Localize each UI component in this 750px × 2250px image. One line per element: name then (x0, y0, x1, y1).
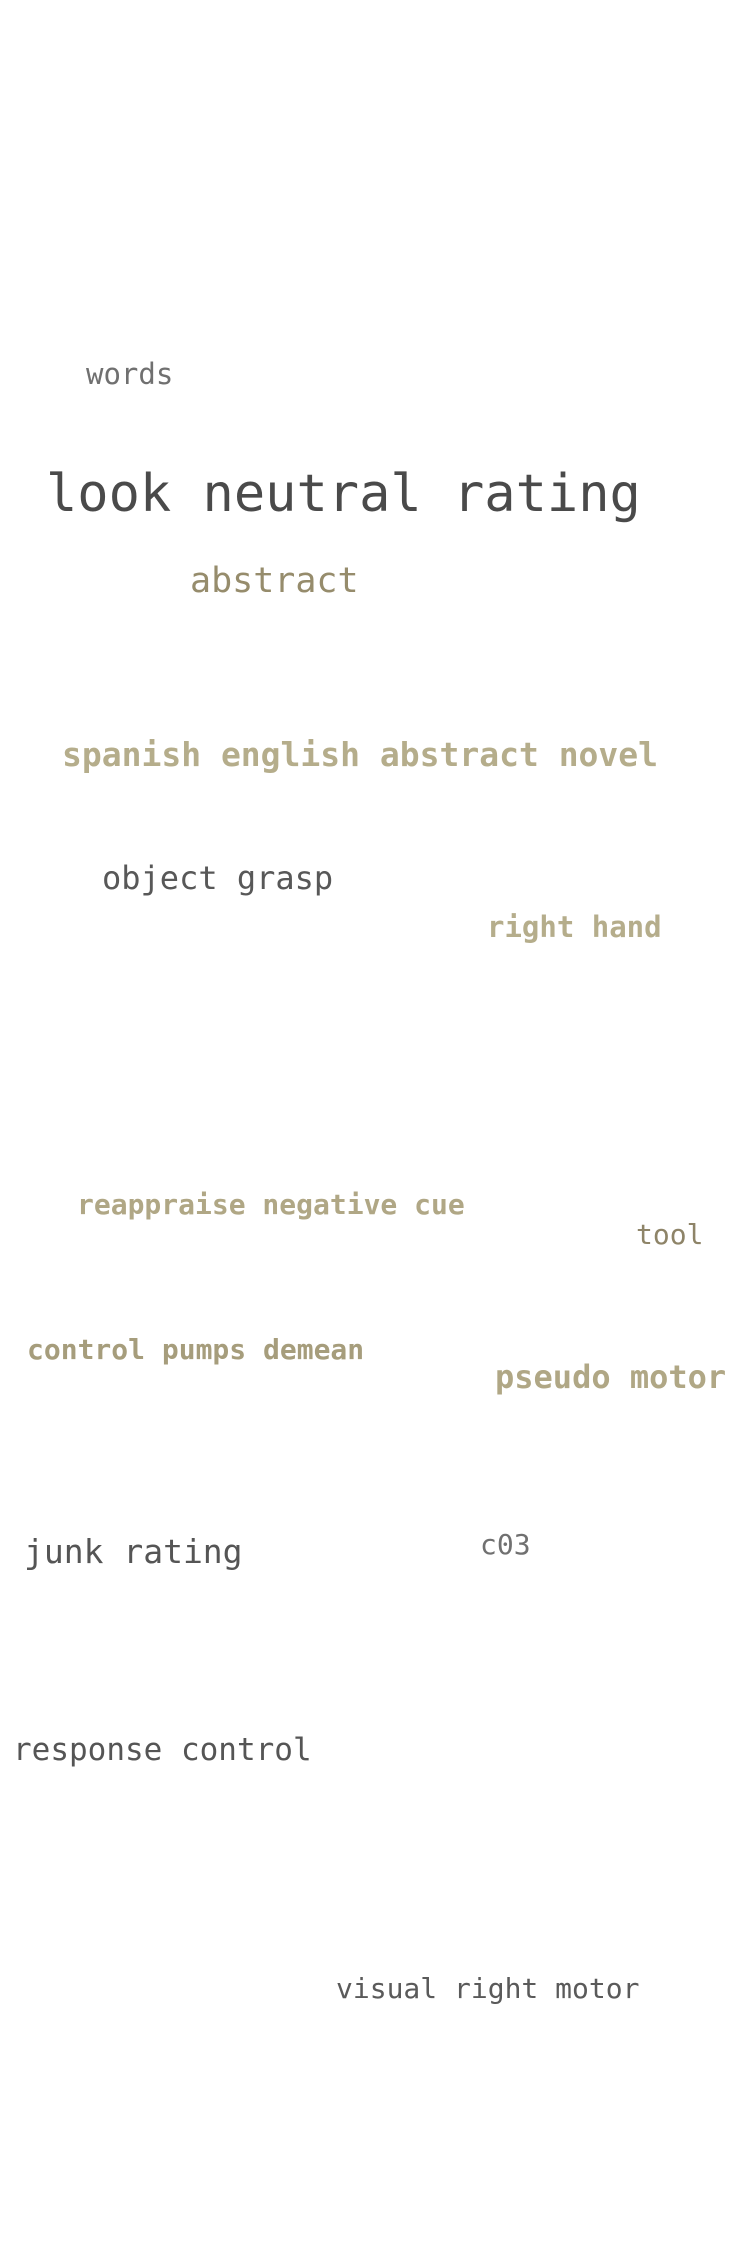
word-object-grasp: object grasp (102, 859, 334, 897)
word-junk-rating: junk rating (24, 1532, 243, 1571)
word-abstract: abstract (190, 561, 359, 601)
word-c03: c03 (480, 1528, 531, 1561)
word-words: words (86, 357, 174, 391)
word-right-hand: right hand (487, 910, 662, 944)
word-look-neutral-rating: look neutral rating (46, 464, 641, 524)
word-tool: tool (636, 1218, 704, 1251)
word-response-control: response control (13, 1732, 312, 1768)
word-control-pumps-demean: control pumps demean (27, 1333, 365, 1366)
word-reappraise-negative-cue: reappraise negative cue (77, 1188, 465, 1221)
word-visual-right-motor: visual right motor (336, 1972, 640, 2005)
word-pseudo-motor: pseudo motor (495, 1358, 727, 1396)
word-spanish-english-abstract-novel: spanish english abstract novel (62, 735, 659, 774)
